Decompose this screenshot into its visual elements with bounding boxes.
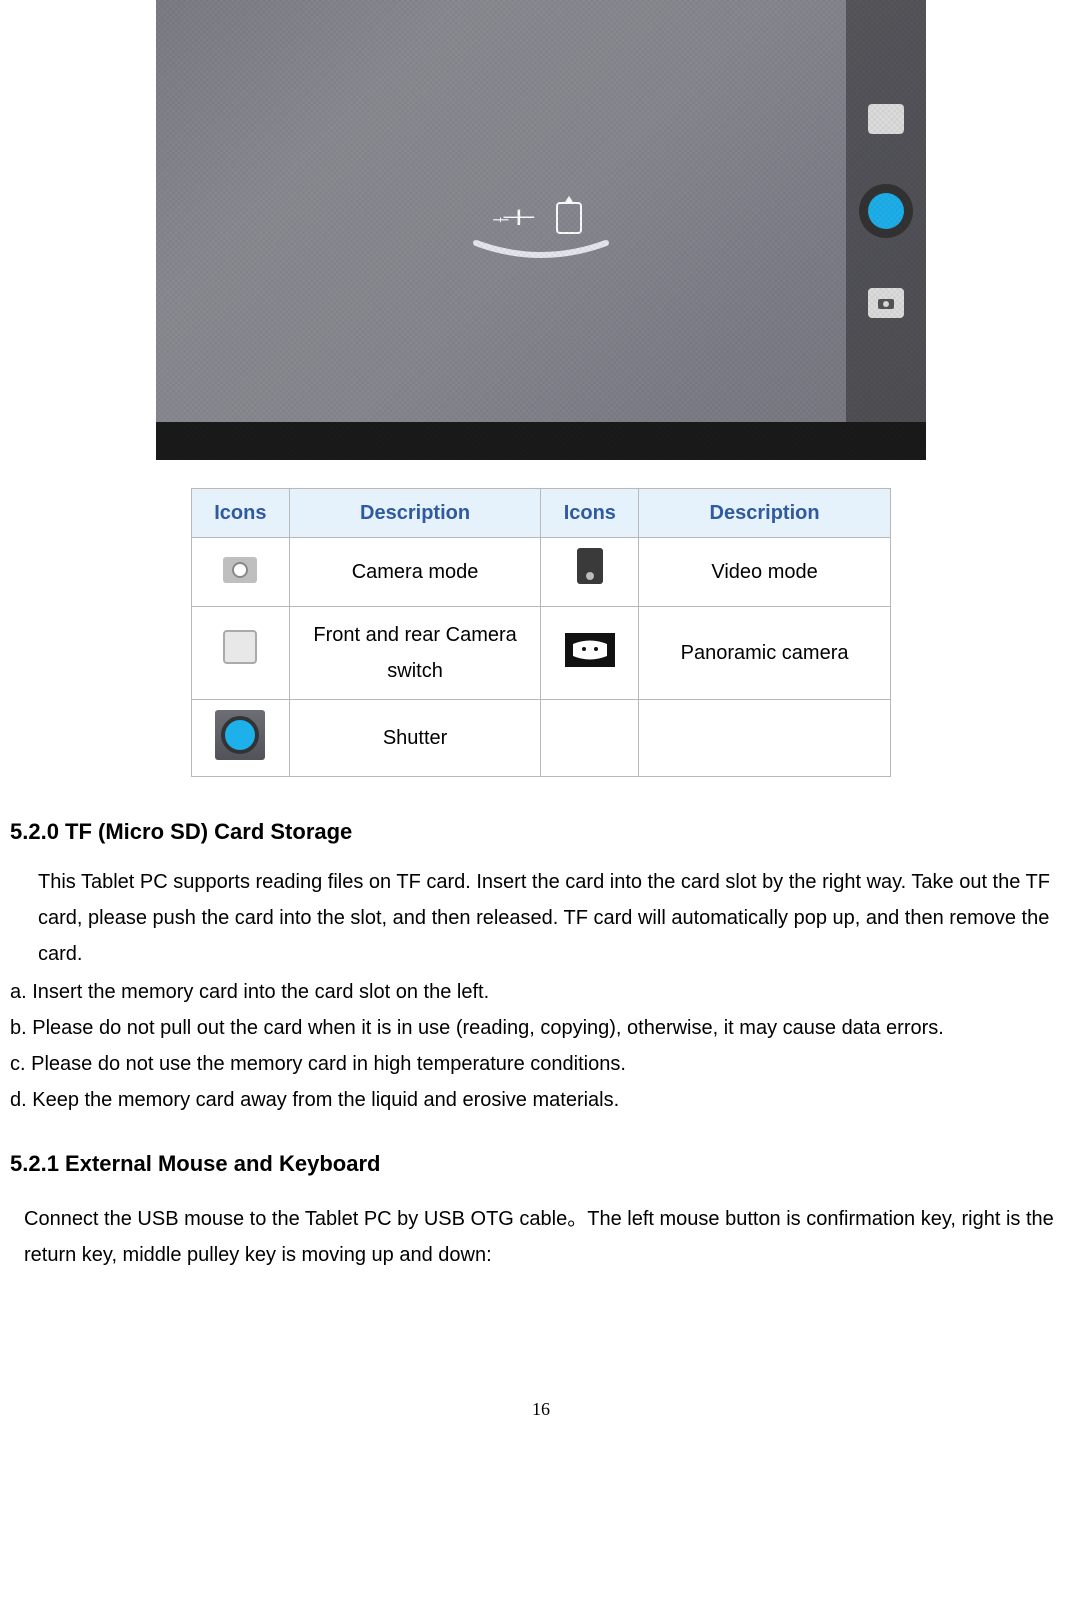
camera-center-focus-group: ⊣⊢ bbox=[500, 198, 582, 238]
table-desc: Shutter bbox=[289, 700, 541, 777]
table-desc: Camera mode bbox=[289, 538, 541, 607]
exposure-slider-icon: ⊣⊢ bbox=[500, 198, 532, 238]
video-mode-icon bbox=[577, 548, 603, 584]
gallery-thumb-icon bbox=[868, 104, 904, 134]
table-icon-cell bbox=[541, 607, 639, 700]
table-header: Icons bbox=[192, 489, 290, 538]
section-body: Connect the USB mouse to the Tablet PC b… bbox=[10, 1201, 1072, 1273]
shutter-icon bbox=[215, 710, 265, 760]
camera-mode-icon bbox=[223, 557, 257, 583]
table-icon-cell bbox=[192, 538, 290, 607]
table-header: Description bbox=[639, 489, 891, 538]
panoramic-camera-icon bbox=[565, 633, 615, 667]
page-number: 16 bbox=[10, 1393, 1072, 1425]
shutter-button-icon bbox=[859, 184, 913, 238]
table-icon-cell bbox=[192, 700, 290, 777]
camera-screenshot: ⊣⊢ bbox=[156, 0, 926, 460]
table-desc: Video mode bbox=[639, 538, 891, 607]
list-item: d. Keep the memory card away from the li… bbox=[10, 1082, 1072, 1118]
front-rear-switch-icon bbox=[223, 630, 257, 664]
table-icon-cell bbox=[192, 607, 290, 700]
table-icon-cell bbox=[541, 538, 639, 607]
table-icon-cell bbox=[541, 700, 639, 777]
mode-arc-icon bbox=[471, 239, 611, 263]
table-desc bbox=[639, 700, 891, 777]
section-heading-521: 5.2.1 External Mouse and Keyboard bbox=[10, 1144, 1072, 1184]
table-header: Icons bbox=[541, 489, 639, 538]
list-item: b. Please do not pull out the card when … bbox=[10, 1010, 1072, 1046]
section-intro: This Tablet PC supports reading files on… bbox=[10, 864, 1072, 972]
switch-camera-center-icon bbox=[556, 202, 582, 234]
section-heading-520: 5.2.0 TF (Micro SD) Card Storage bbox=[10, 812, 1072, 852]
camera-mode-icon bbox=[868, 288, 904, 318]
table-desc: Front and rear Camera switch bbox=[289, 607, 541, 700]
camera-right-toolbar bbox=[846, 0, 926, 422]
table-desc: Panoramic camera bbox=[639, 607, 891, 700]
table-header: Description bbox=[289, 489, 541, 538]
camera-bottom-bar bbox=[156, 422, 926, 460]
list-item: a. Insert the memory card into the card … bbox=[10, 974, 1072, 1010]
icon-description-table: Icons Description Icons Description Came… bbox=[191, 488, 891, 777]
list-item: c. Please do not use the memory card in … bbox=[10, 1046, 1072, 1082]
